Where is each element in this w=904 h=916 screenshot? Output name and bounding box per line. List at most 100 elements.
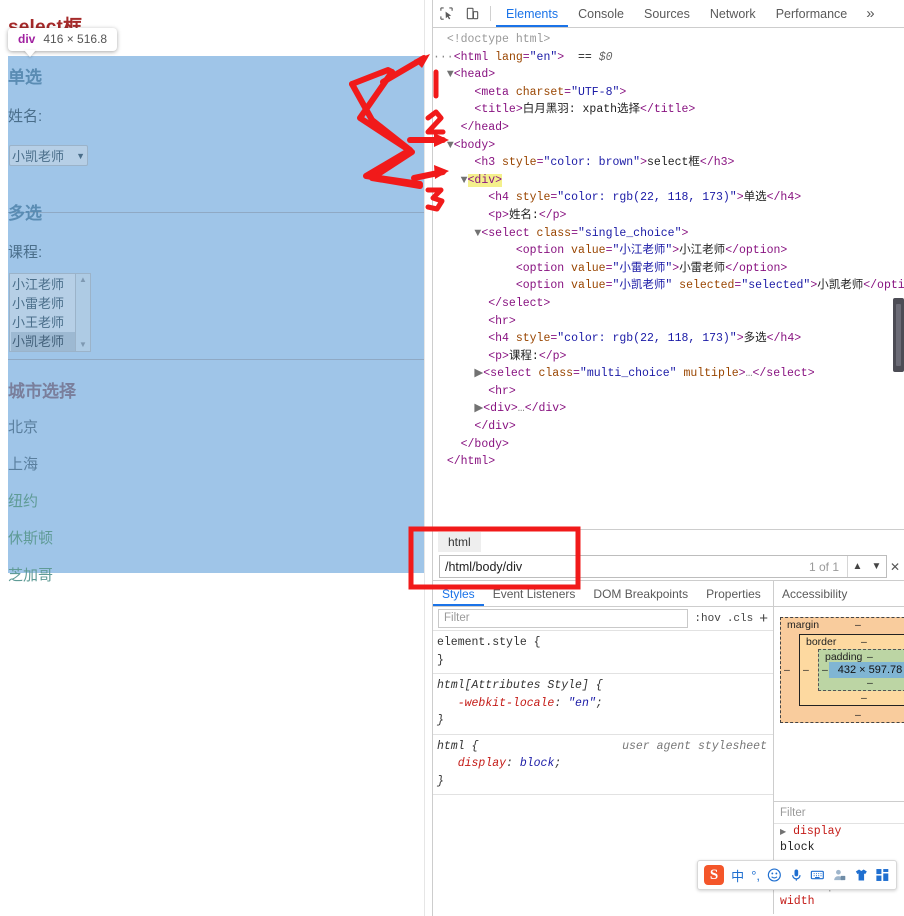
tab-sources[interactable]: Sources [634, 1, 700, 27]
inspect-element-icon[interactable] [433, 1, 459, 27]
padding-top-value[interactable]: – [867, 651, 873, 663]
tab-event-listeners[interactable]: Event Listeners [484, 582, 585, 606]
padding-left-value[interactable]: – [822, 664, 828, 676]
skin-icon[interactable] [854, 867, 869, 883]
box-model-margin[interactable]: margin – – – border – – – padding – – – … [780, 617, 904, 723]
dom-tree-line[interactable]: ▶<div>…</div> [433, 400, 904, 418]
border-bottom-value[interactable]: – [861, 692, 867, 704]
multi-choice-select[interactable]: 小江老师 小雷老师 小王老师 小凯老师 ▲ ▼ [9, 273, 91, 352]
microphone-icon[interactable] [789, 867, 804, 883]
apps-icon[interactable] [875, 867, 890, 883]
dom-tree-line[interactable]: <!doctype html> [433, 31, 904, 49]
scroll-down-icon[interactable]: ▼ [79, 341, 87, 349]
tab-dom-breakpoints[interactable]: DOM Breakpoints [584, 582, 697, 606]
computed-row-width[interactable]: width [774, 894, 904, 909]
ime-toolbar[interactable]: S 中 °, [697, 860, 897, 890]
tab-properties[interactable]: Properties [697, 582, 770, 606]
hov-toggle-button[interactable]: :hov [694, 613, 720, 625]
box-model-content-size[interactable]: 432 × 597.78 [829, 662, 904, 678]
dom-tree-line[interactable]: <meta charset="UTF-8"> [433, 84, 904, 102]
dom-tree-line[interactable]: </div> [433, 418, 904, 436]
list-item[interactable]: 小雷老师 [11, 294, 75, 313]
box-model-padding[interactable]: padding – – – 432 × 597.78 [818, 649, 904, 691]
dom-tree-line[interactable]: <h4 style="color: rgb(22, 118, 173)">多选<… [433, 330, 904, 348]
border-top-value[interactable]: – [861, 636, 867, 648]
dom-tree-line[interactable]: </select> [433, 295, 904, 313]
list-item[interactable]: 小凯老师 [11, 332, 75, 351]
tab-performance[interactable]: Performance [766, 1, 858, 27]
ime-punctuation-toggle[interactable]: °, [751, 868, 760, 883]
css-rule[interactable]: element.style { } [433, 631, 773, 674]
search-input[interactable]: /html/body/div [440, 560, 809, 574]
box-model-margin-label: margin [787, 619, 820, 631]
inspected-page: select框 单选 姓名: 小凯老师 ▼ 多选 课程: 小江老师 小雷老师 小… [0, 0, 432, 916]
tab-network[interactable]: Network [700, 1, 766, 27]
dom-tree-line[interactable]: ▼<select class="single_choice"> [433, 225, 904, 243]
dom-tree-line[interactable]: <p>课程:</p> [433, 348, 904, 366]
border-left-value[interactable]: – [803, 664, 809, 676]
search-input-wrapper[interactable]: /html/body/div 1 of 1 ▲ ▼ [439, 555, 887, 578]
dom-tree-line[interactable]: ▼<body> [433, 137, 904, 155]
styles-filter-input[interactable]: Filter [438, 609, 689, 628]
emoji-icon[interactable] [767, 867, 782, 883]
dom-tree-line[interactable]: ▶<select class="multi_choice" multiple>…… [433, 365, 904, 383]
hr-divider-1 [8, 212, 424, 213]
padding-bottom-value[interactable]: – [867, 677, 873, 689]
dom-tree-scrollbar[interactable] [893, 298, 904, 372]
styles-sidebar-tabs: Styles Event Listeners DOM Breakpoints P… [433, 581, 773, 607]
keyboard-icon[interactable] [810, 867, 825, 883]
box-model-border-label: border [806, 636, 837, 648]
tab-elements[interactable]: Elements [496, 1, 568, 27]
dom-tree-line[interactable]: ▼<head> [433, 66, 904, 84]
computed-row-display[interactable]: ▶ display [774, 824, 904, 840]
dom-tree-line[interactable]: <hr> [433, 313, 904, 331]
dom-tree-line[interactable]: <h4 style="color: rgb(22, 118, 173)">单选<… [433, 189, 904, 207]
dom-tree-line[interactable]: <title>白月黑羽: xpath选择</title> [433, 101, 904, 119]
dom-tree-line[interactable]: <p>姓名:</p> [433, 207, 904, 225]
dom-tree-line[interactable]: <option value="小雷老师">小雷老师</option> [433, 260, 904, 278]
css-rule[interactable]: html[Attributes Style] { -webkit-locale:… [433, 674, 773, 735]
city-item-beijing: 北京 [8, 419, 39, 436]
margin-bottom-value[interactable]: – [855, 709, 861, 721]
dom-tree-line[interactable]: <h3 style="color: brown">select框</h3> [433, 154, 904, 172]
more-tabs-icon[interactable]: » [857, 5, 883, 22]
tab-console[interactable]: Console [568, 1, 634, 27]
close-icon[interactable]: ✕ [887, 560, 903, 574]
multi-section-label: 课程: [8, 244, 43, 261]
tab-styles[interactable]: Styles [433, 582, 484, 606]
box-model-padding-label: padding [825, 651, 863, 663]
scroll-up-icon[interactable]: ▲ [79, 276, 87, 284]
dom-tree-line[interactable]: ···<html lang="en"> == $0 [433, 49, 904, 67]
dom-tree-line[interactable]: </body> [433, 436, 904, 454]
chevron-down-icon[interactable]: ▼ [867, 561, 886, 572]
ime-language-toggle[interactable]: 中 [731, 866, 744, 885]
dom-tree-line[interactable]: <option value="小江老师">小江老师</option> [433, 242, 904, 260]
margin-top-value[interactable]: – [855, 619, 861, 631]
css-rule[interactable]: html {user agent stylesheet display: blo… [433, 735, 773, 795]
breadcrumb-item-html[interactable]: html [438, 531, 481, 552]
box-model-border[interactable]: border – – – padding – – – 432 × 597.78 [799, 634, 904, 706]
computed-filter-input[interactable]: Filter [774, 802, 904, 824]
single-choice-select[interactable]: 小凯老师 ▼ [9, 145, 88, 166]
dom-tree-line[interactable]: </html> [433, 453, 904, 471]
dom-tree-line[interactable]: ▼<div> [433, 172, 904, 190]
expand-triangle-icon[interactable]: ▶ [780, 825, 786, 840]
multi-select-scrollbar[interactable]: ▲ ▼ [75, 274, 90, 351]
cls-toggle-button[interactable]: .cls [727, 613, 753, 625]
dom-tree[interactable]: <!doctype html> ···<html lang="en"> == $0… [433, 28, 904, 529]
sogou-logo-icon[interactable]: S [704, 865, 725, 885]
user-icon[interactable] [832, 867, 847, 883]
dom-tree-line[interactable]: <option value="小凯老师" selected="selected"… [433, 277, 904, 295]
new-style-rule-button[interactable]: + [759, 611, 768, 626]
list-item[interactable]: 小王老师 [11, 313, 75, 332]
margin-left-value[interactable]: – [784, 664, 790, 676]
chevron-up-icon[interactable]: ▲ [848, 561, 867, 572]
device-toolbar-icon[interactable] [459, 1, 485, 27]
dom-tree-line[interactable]: <hr> [433, 383, 904, 401]
list-item[interactable]: 小江老师 [11, 275, 75, 294]
tab-accessibility[interactable]: Accessibility [774, 587, 855, 601]
page-scrollbar[interactable] [424, 0, 432, 916]
dom-tree-lines: <!doctype html> ···<html lang="en"> == $0… [433, 31, 904, 471]
dom-tree-line[interactable]: </head> [433, 119, 904, 137]
box-model-diagram: margin – – – border – – – padding – – – … [780, 617, 904, 723]
